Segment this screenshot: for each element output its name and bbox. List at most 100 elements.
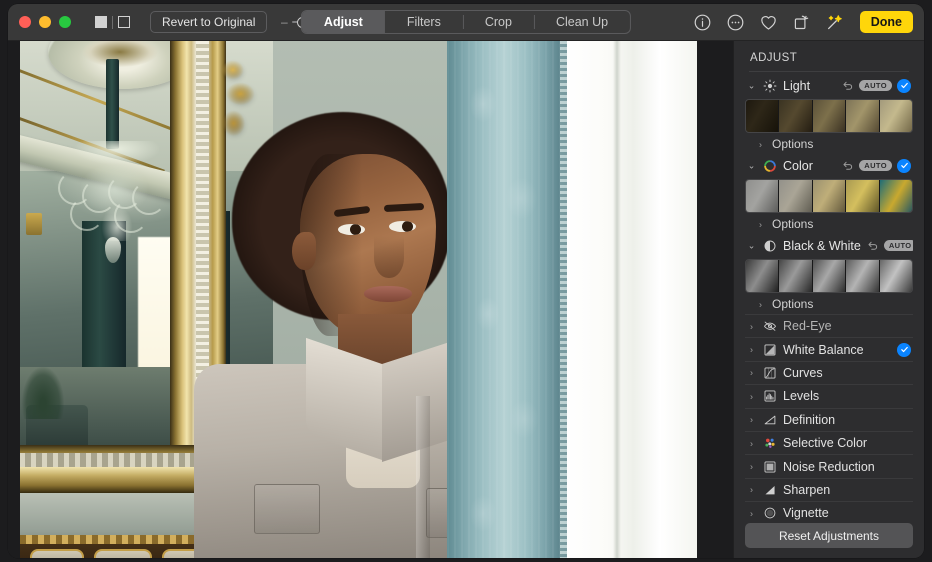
filmstrip-thumb[interactable] (746, 100, 779, 132)
white-balance-icon (763, 343, 777, 357)
chevron-right-icon[interactable]: › (746, 463, 757, 472)
filmstrip-thumb[interactable] (846, 180, 879, 212)
toolbar-actions: Done (693, 11, 924, 33)
light-filmstrip[interactable] (745, 99, 913, 133)
filmstrip-thumb[interactable] (813, 100, 846, 132)
curves-icon (763, 366, 777, 380)
black-and-white-filmstrip[interactable] (745, 259, 913, 293)
options-label: Options (772, 297, 813, 311)
light-options-row[interactable]: › Options (745, 134, 913, 154)
reset-undo-icon[interactable] (842, 80, 854, 92)
levels-icon (763, 389, 777, 403)
item-label: White Balance (783, 343, 891, 357)
rotate-icon[interactable] (792, 13, 811, 32)
filmstrip-thumb[interactable] (880, 180, 912, 212)
chevron-right-icon[interactable]: › (746, 322, 757, 331)
vignette-icon (763, 506, 777, 520)
sidebar-item-definition[interactable]: › Definition (745, 408, 913, 431)
chevron-right-icon[interactable]: › (746, 486, 757, 495)
adjustment-group-color[interactable]: ⌄ Color AUTO (745, 154, 913, 177)
color-filmstrip[interactable] (745, 179, 913, 213)
toggle-white-balance-on[interactable] (897, 343, 911, 357)
definition-icon (763, 413, 777, 427)
filmstrip-thumb[interactable] (779, 180, 812, 212)
sidebar-item-selective-color[interactable]: › Selective Color (745, 431, 913, 454)
auto-button[interactable]: AUTO (884, 240, 913, 251)
tab-filters[interactable]: Filters (385, 11, 463, 33)
toggle-color-on[interactable] (897, 159, 911, 173)
tab-adjust[interactable]: Adjust (302, 11, 385, 33)
chevron-right-icon[interactable]: › (755, 300, 766, 309)
view-mode-toggle[interactable] (95, 16, 130, 29)
info-icon[interactable] (693, 13, 712, 32)
filmstrip-thumb[interactable] (880, 260, 912, 292)
adjust-sidebar: ADJUST ⌄ Light (733, 41, 924, 558)
filmstrip-thumb[interactable] (813, 180, 846, 212)
mirror-frame-beading-horizontal (20, 453, 206, 467)
enhance-wand-icon[interactable] (825, 13, 844, 32)
filmstrip-thumb[interactable] (746, 260, 779, 292)
chevron-right-icon[interactable]: › (755, 220, 766, 229)
filmstrip-thumb[interactable] (880, 100, 912, 132)
filmstrip-thumb[interactable] (746, 180, 779, 212)
checkmark-icon (900, 345, 909, 354)
chevron-down-icon[interactable]: ⌄ (746, 162, 757, 171)
divider (112, 16, 113, 29)
tab-clean-up[interactable]: Clean Up (534, 11, 630, 33)
item-label: Selective Color (783, 436, 911, 450)
editor-body: ADJUST ⌄ Light (8, 41, 924, 558)
chevron-right-icon[interactable]: › (746, 369, 757, 378)
tab-crop[interactable]: Crop (463, 11, 534, 33)
more-options-icon[interactable] (726, 13, 745, 32)
subject-eye-right (389, 221, 416, 232)
minimize-button[interactable] (39, 16, 51, 28)
filmstrip-thumb[interactable] (779, 100, 812, 132)
toggle-light-on[interactable] (897, 79, 911, 93)
photo-canvas[interactable] (8, 41, 733, 558)
reset-undo-icon[interactable] (842, 160, 854, 172)
sidebar-item-curves[interactable]: › Curves (745, 361, 913, 384)
split-view-icon[interactable] (118, 16, 130, 28)
sidebar-item-sharpen[interactable]: › Sharpen (745, 478, 913, 501)
auto-button[interactable]: AUTO (859, 160, 892, 171)
auto-button[interactable]: AUTO (859, 80, 892, 91)
filmstrip-thumb[interactable] (813, 260, 846, 292)
reset-undo-icon[interactable] (867, 240, 879, 252)
adjustment-group-light[interactable]: ⌄ Light (745, 74, 913, 97)
close-button[interactable] (19, 16, 31, 28)
done-button[interactable]: Done (860, 11, 913, 33)
toolbar: Revert to Original – + Adjust Filters Cr… (8, 4, 924, 41)
chevron-down-icon[interactable]: ⌄ (746, 242, 757, 251)
edited-photo[interactable] (20, 41, 717, 558)
chevron-down-icon[interactable]: ⌄ (746, 82, 757, 91)
maximize-button[interactable] (59, 16, 71, 28)
contrast-circle-icon (763, 239, 777, 253)
chevron-right-icon[interactable]: › (746, 416, 757, 425)
favorite-heart-icon[interactable] (759, 13, 778, 32)
chevron-right-icon[interactable]: › (746, 392, 757, 401)
sidebar-item-white-balance[interactable]: › White Balance (745, 337, 913, 360)
item-label: Red-Eye (783, 319, 911, 333)
filmstrip-thumb[interactable] (846, 260, 879, 292)
chevron-right-icon[interactable]: › (755, 140, 766, 149)
sidebar-item-vignette[interactable]: › Vignette (745, 501, 913, 523)
adjustments-list[interactable]: ⌄ Light (745, 72, 913, 523)
item-label: Curves (783, 366, 911, 380)
zoom-out-label[interactable]: – (280, 15, 288, 29)
adjustment-group-black-and-white[interactable]: ⌄ Black & White AUTO (745, 234, 913, 257)
chevron-right-icon[interactable]: › (746, 346, 757, 355)
revert-to-original-button[interactable]: Revert to Original (150, 11, 267, 33)
chevron-right-icon[interactable]: › (746, 439, 757, 448)
filmstrip-thumb[interactable] (846, 100, 879, 132)
brightness-icon (763, 79, 777, 93)
sidebar-item-red-eye[interactable]: › Red-Eye (745, 314, 913, 337)
sidebar-item-levels[interactable]: › Levels (745, 384, 913, 407)
color-options-row[interactable]: › Options (745, 214, 913, 234)
reset-adjustments-button[interactable]: Reset Adjustments (745, 523, 913, 548)
single-view-icon[interactable] (95, 16, 107, 28)
filmstrip-thumb[interactable] (779, 260, 812, 292)
chevron-right-icon[interactable]: › (746, 509, 757, 518)
black-and-white-options-row[interactable]: › Options (745, 294, 913, 314)
sidebar-item-noise-reduction[interactable]: › Noise Reduction (745, 454, 913, 477)
group-label: Light (783, 79, 836, 93)
